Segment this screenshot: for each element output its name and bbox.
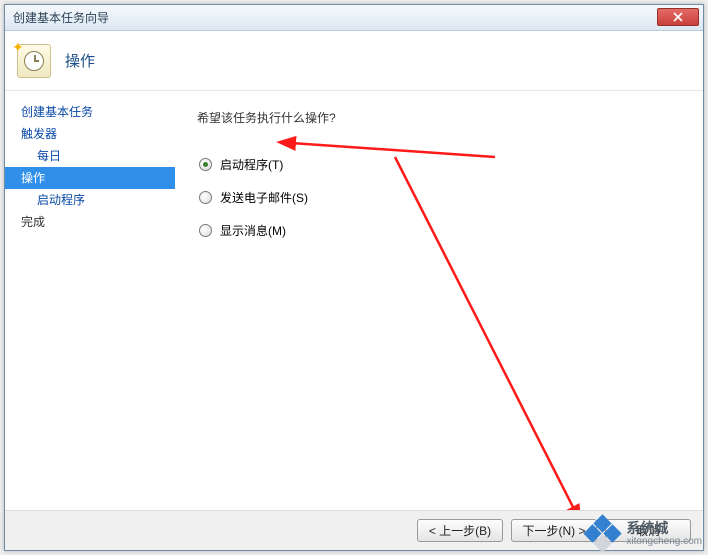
- radio-icon: [199, 158, 212, 171]
- watermark-url: xitongcheng.com: [626, 536, 702, 547]
- sidebar-item-finish: 完成: [5, 211, 175, 233]
- prompt-text: 希望该任务执行什么操作?: [197, 109, 683, 126]
- step-sidebar: 创建基本任务 触发器 每日 操作 启动程序 完成: [5, 91, 175, 511]
- page-title: 操作: [65, 50, 95, 71]
- radio-icon: [199, 224, 212, 237]
- option-start-program[interactable]: 启动程序(T): [197, 156, 683, 173]
- sidebar-item-trigger[interactable]: 触发器: [5, 123, 175, 145]
- close-button[interactable]: [657, 8, 699, 26]
- window-title: 创建基本任务向导: [13, 9, 109, 26]
- wizard-body: 创建基本任务 触发器 每日 操作 启动程序 完成 希望该任务执行什么操作? 启动…: [5, 91, 703, 511]
- option-label: 显示消息(M): [220, 222, 286, 239]
- watermark-text: 系统城 xitongcheng.com: [626, 521, 702, 547]
- next-button[interactable]: 下一步(N) >: [511, 519, 597, 542]
- titlebar: 创建基本任务向导: [5, 5, 703, 31]
- wizard-header: ✦ 操作: [5, 31, 703, 91]
- option-label: 发送电子邮件(S): [220, 189, 308, 206]
- option-send-email[interactable]: 发送电子邮件(S): [197, 189, 683, 206]
- scheduler-icon: ✦: [17, 44, 51, 78]
- watermark: 系统城 xitongcheng.com: [586, 517, 702, 551]
- watermark-brand: 系统城: [626, 520, 668, 536]
- content-panel: 希望该任务执行什么操作? 启动程序(T) 发送电子邮件(S) 显示消息(M): [175, 91, 703, 511]
- close-icon: [673, 12, 683, 22]
- sidebar-item-daily[interactable]: 每日: [5, 145, 175, 167]
- radio-icon: [199, 191, 212, 204]
- sidebar-item-action[interactable]: 操作: [5, 167, 175, 189]
- sidebar-item-start-program[interactable]: 启动程序: [5, 189, 175, 211]
- wizard-window: 创建基本任务向导 ✦ 操作 创建基本任务 触发器 每日 操作 启动程序 完成 希…: [4, 4, 704, 551]
- annotation-arrow-icon: [355, 151, 615, 524]
- back-button[interactable]: < 上一步(B): [417, 519, 503, 542]
- sidebar-item-create-task[interactable]: 创建基本任务: [5, 101, 175, 123]
- watermark-logo-icon: [586, 517, 620, 551]
- option-show-message[interactable]: 显示消息(M): [197, 222, 683, 239]
- option-label: 启动程序(T): [220, 156, 283, 173]
